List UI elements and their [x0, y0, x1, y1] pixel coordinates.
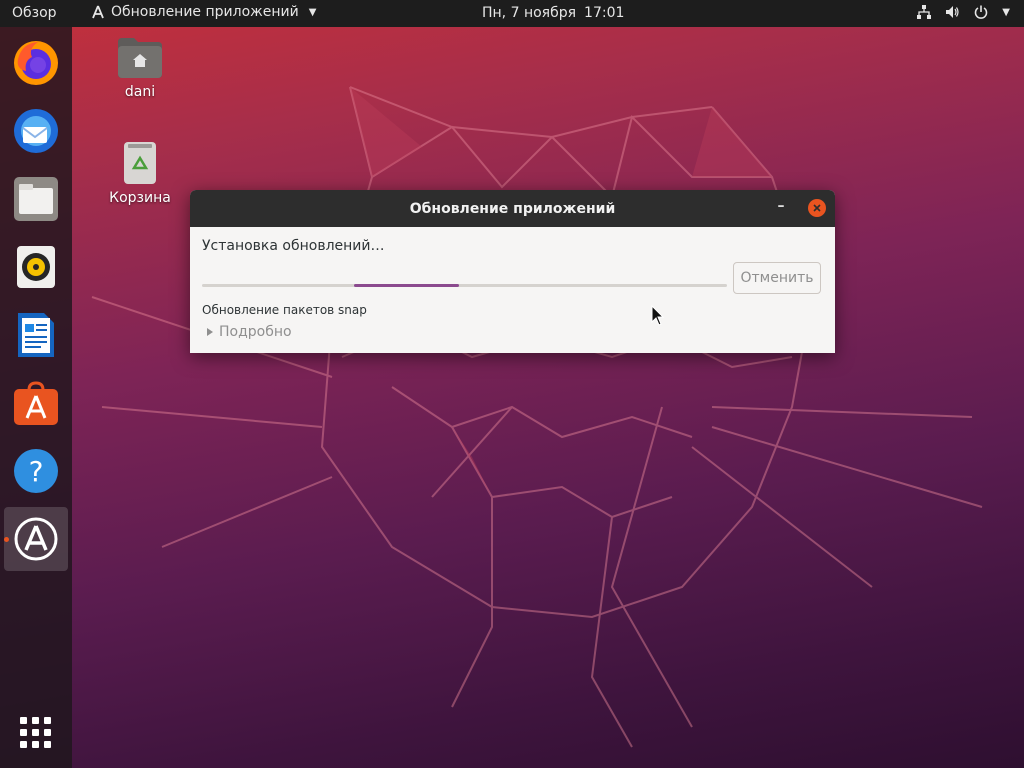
network-icon: [917, 5, 932, 19]
dock-ubuntu-software[interactable]: [8, 373, 64, 433]
grid-icon: [20, 717, 51, 748]
dock-libreoffice-writer[interactable]: [8, 305, 64, 365]
desktop-trash[interactable]: Корзина: [100, 140, 180, 206]
dock-help[interactable]: ?: [8, 441, 64, 501]
update-dialog: Обновление приложений – Установка обновл…: [190, 190, 835, 353]
dialog-title: Обновление приложений: [409, 200, 616, 217]
trash-icon: [124, 142, 156, 184]
app-menu[interactable]: Обновление приложений ▼: [91, 4, 316, 20]
close-button[interactable]: [808, 199, 826, 217]
mouse-pointer-icon: [651, 305, 665, 326]
top-bar: Обзор Обновление приложений ▼ Пн, 7 нояб…: [0, 0, 1024, 27]
details-label: Подробно: [219, 324, 292, 340]
dialog-body: Установка обновлений… Отменить Обновлени…: [190, 227, 835, 353]
progress-bar: [202, 284, 727, 287]
volume-icon: [946, 6, 959, 18]
files-icon: [14, 177, 58, 221]
dialog-titlebar[interactable]: Обновление приложений –: [190, 190, 835, 227]
dock: ?: [0, 27, 72, 768]
dock-firefox[interactable]: [8, 33, 64, 93]
status-label: Установка обновлений…: [202, 238, 385, 254]
cancel-button[interactable]: Отменить: [733, 262, 821, 294]
svg-text:?: ?: [29, 455, 44, 488]
running-indicator: [4, 537, 9, 542]
home-folder-icon: [118, 38, 162, 78]
libreoffice-writer-icon: [18, 313, 54, 357]
firefox-icon: [14, 41, 58, 85]
dock-show-apps[interactable]: [8, 703, 64, 763]
dock-rhythmbox[interactable]: [8, 237, 64, 297]
dock-software-updater[interactable]: [4, 507, 68, 571]
clock-date: Пн, 7 ноября: [482, 5, 577, 21]
power-icon: [975, 5, 988, 19]
chevron-down-icon: ▼: [308, 6, 317, 18]
rhythmbox-icon: [17, 246, 55, 288]
clock[interactable]: Пн, 7 ноября 17:01: [482, 5, 624, 21]
chevron-down-icon: ▼: [1002, 6, 1010, 18]
progress-bar-fill: [354, 284, 459, 287]
ubuntu-software-icon: [14, 381, 58, 425]
dock-files[interactable]: [8, 169, 64, 229]
system-tray[interactable]: ▼: [917, 5, 1010, 19]
wallpaper-cat-lineart: [91, 86, 983, 748]
clock-time: 17:01: [584, 5, 625, 21]
desktop-home-folder[interactable]: dani: [100, 36, 180, 100]
trash-label: Корзина: [109, 190, 171, 206]
home-folder-label: dani: [124, 84, 156, 100]
app-menu-label: Обновление приложений: [111, 4, 299, 20]
minimize-button[interactable]: –: [771, 198, 791, 214]
dock-thunderbird[interactable]: [8, 101, 64, 161]
details-expander[interactable]: Подробно: [207, 324, 292, 340]
software-updater-icon: [14, 517, 58, 561]
help-icon: ?: [14, 449, 58, 493]
activities-button[interactable]: Обзор: [12, 5, 57, 21]
expander-arrow-icon: [207, 328, 213, 336]
subtask-label: Обновление пакетов snap: [202, 303, 367, 317]
thunderbird-icon: [14, 109, 58, 153]
close-icon: [813, 204, 821, 212]
software-updater-small-icon: [92, 5, 104, 19]
